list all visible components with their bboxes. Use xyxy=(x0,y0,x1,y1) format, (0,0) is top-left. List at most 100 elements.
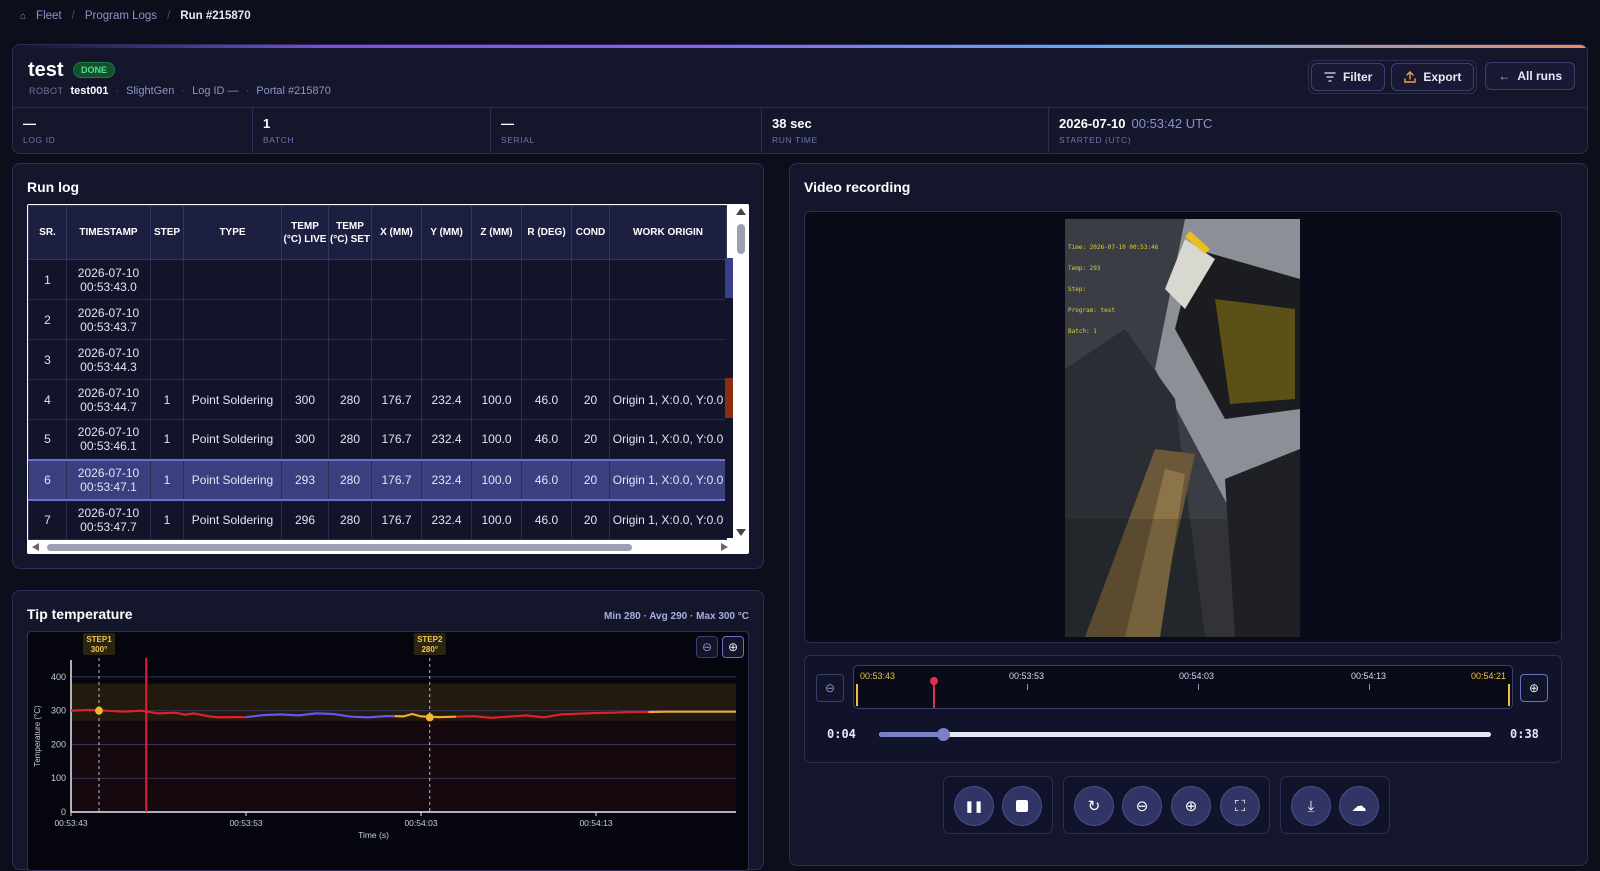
x-tick-label: 00:53:53 xyxy=(229,818,262,828)
run-meta: ROBOT test001 · SlightGen · Log ID — · P… xyxy=(29,85,331,97)
timeline-end-label: 00:54:21 xyxy=(1471,671,1506,681)
robot-model: SlightGen xyxy=(126,85,174,97)
tip-temperature-panel: Tip temperature Min 280 · Avg 290 · Max … xyxy=(12,590,764,870)
zoom-out-icon: ⊖ xyxy=(825,681,835,695)
y-tick-label: 200 xyxy=(51,739,66,749)
stat-label: LOG ID xyxy=(23,135,242,145)
table-cell: 100.0 xyxy=(472,500,522,540)
temperature-chart-svg[interactable]: 010020030040000:53:4300:53:5300:54:0300:… xyxy=(28,632,748,858)
table-cell: 1 xyxy=(151,380,184,420)
table-cell: 46.0 xyxy=(522,380,572,420)
column-header[interactable]: Z (MM) xyxy=(472,206,522,260)
table-cell xyxy=(329,300,372,340)
overlay-line: Step: xyxy=(1068,279,1158,300)
started-time: 00:53:42 UTC xyxy=(1132,116,1213,131)
step-marker-point xyxy=(426,713,434,721)
stop-button[interactable] xyxy=(1002,786,1042,826)
home-icon[interactable]: ⌂ xyxy=(20,11,26,22)
video-zoom-out-button[interactable]: ⊖ xyxy=(1122,786,1162,826)
seek-knob[interactable] xyxy=(937,728,950,741)
table-cell: 1 xyxy=(29,260,67,300)
fullscreen-button[interactable]: ⛶ xyxy=(1220,786,1260,826)
seek-bar[interactable] xyxy=(879,732,1491,737)
table-row[interactable]: 72026-07-10 00:53:47.71Point Soldering29… xyxy=(29,500,727,540)
scroll-left-arrow[interactable] xyxy=(32,543,39,551)
chart-zoom-in-button[interactable]: ⊕ xyxy=(722,636,744,658)
timeline-playhead-knob[interactable] xyxy=(930,677,938,685)
table-vertical-scrollbar[interactable] xyxy=(733,204,749,540)
column-header[interactable]: TEMP (°C) SET xyxy=(329,206,372,260)
reset-button[interactable]: ↻ xyxy=(1074,786,1114,826)
column-header[interactable]: WORK ORIGIN xyxy=(610,206,727,260)
vertical-scroll-thumb[interactable] xyxy=(737,224,745,254)
table-cell xyxy=(372,300,422,340)
column-header[interactable]: TEMP (°C) LIVE xyxy=(282,206,329,260)
column-header[interactable]: TIMESTAMP xyxy=(67,206,151,260)
column-header[interactable]: Y (MM) xyxy=(422,206,472,260)
table-row[interactable]: 42026-07-10 00:53:44.71Point Soldering30… xyxy=(29,380,727,420)
export-button[interactable]: Export xyxy=(1391,63,1474,91)
download-button[interactable]: ⤓ xyxy=(1291,786,1331,826)
timeline-end-marker[interactable] xyxy=(1508,684,1510,706)
cloud-upload-button[interactable]: ☁ xyxy=(1339,786,1379,826)
table-row[interactable]: 52026-07-10 00:53:46.11Point Soldering30… xyxy=(29,420,727,460)
header-accent-bar xyxy=(13,45,1587,48)
x-tick-label: 00:54:03 xyxy=(404,818,437,828)
video-player[interactable]: Time: 2026-07-10 00:53:46Temp: 293Step:P… xyxy=(804,211,1562,643)
run-log-title: Run log xyxy=(27,179,79,195)
table-cell: 300 xyxy=(282,420,329,460)
table-cell: 2 xyxy=(29,300,67,340)
table-row[interactable]: 22026-07-10 00:53:43.7 xyxy=(29,300,727,340)
all-runs-button[interactable]: ← All runs xyxy=(1485,62,1575,90)
table-row[interactable]: 12026-07-10 00:53:43.0 xyxy=(29,260,727,300)
scroll-up-arrow[interactable] xyxy=(736,208,746,215)
filter-button[interactable]: Filter xyxy=(1311,63,1385,91)
timeline-tick-label: 00:54:13 xyxy=(1351,671,1386,681)
breadcrumb-fleet[interactable]: Fleet xyxy=(36,10,62,22)
table-cell xyxy=(572,340,610,380)
table-row[interactable]: 32026-07-10 00:53:44.3 xyxy=(29,340,727,380)
pause-button[interactable]: ❚❚ xyxy=(954,786,994,826)
log-id: Log ID — xyxy=(192,85,238,97)
table-cell: 280 xyxy=(329,380,372,420)
chart-zoom-out-button[interactable]: ⊖ xyxy=(696,636,718,658)
column-header[interactable]: R (DEG) xyxy=(522,206,572,260)
table-cell: 280 xyxy=(329,500,372,540)
horizontal-scroll-thumb[interactable] xyxy=(47,544,632,551)
table-cell xyxy=(282,340,329,380)
table-row[interactable]: 62026-07-10 00:53:47.11Point Soldering29… xyxy=(29,460,727,500)
stat-label: RUN TIME xyxy=(772,135,1038,145)
scroll-down-arrow[interactable] xyxy=(736,529,746,536)
scroll-right-arrow[interactable] xyxy=(721,543,728,551)
stat-started: 2026-07-1000:53:42 UTC STARTED (UTC) xyxy=(1049,108,1222,154)
column-header[interactable]: X (MM) xyxy=(372,206,422,260)
timeline-start-marker[interactable] xyxy=(856,684,858,706)
overlay-line: Batch: 1 xyxy=(1068,321,1158,342)
export-icon xyxy=(1404,71,1416,83)
timeline-zoom-out-button[interactable]: ⊖ xyxy=(816,674,844,702)
filter-button-label: Filter xyxy=(1343,70,1372,84)
table-cell xyxy=(329,340,372,380)
timeline-track[interactable]: 00:53:43 00:53:53 00:54:03 00:54:13 00:5… xyxy=(853,665,1513,709)
meta-separator: · xyxy=(246,85,250,97)
column-header[interactable]: STEP xyxy=(151,206,184,260)
table-cell: 176.7 xyxy=(372,460,422,500)
stat-label: STARTED (UTC) xyxy=(1059,135,1212,145)
table-cell: Origin 1, X:0.0, Y:0.0 xyxy=(610,500,727,540)
row-marker xyxy=(725,458,733,498)
stat-value: 1 xyxy=(263,116,480,131)
video-zoom-in-button[interactable]: ⊕ xyxy=(1171,786,1211,826)
table-cell xyxy=(184,340,282,380)
table-cell: 300 xyxy=(282,380,329,420)
column-header[interactable]: COND xyxy=(572,206,610,260)
table-cell: 1 xyxy=(151,460,184,500)
table-cell xyxy=(610,260,727,300)
stat-log-id: — LOG ID xyxy=(13,108,253,154)
breadcrumb-program-logs[interactable]: Program Logs xyxy=(85,10,157,22)
table-horizontal-scrollbar[interactable] xyxy=(27,540,733,554)
timeline-zoom-in-button[interactable]: ⊕ xyxy=(1520,674,1548,702)
column-header[interactable]: TYPE xyxy=(184,206,282,260)
table-cell: 46.0 xyxy=(522,500,572,540)
run-stats: — LOG ID 1 BATCH — SERIAL 38 sec RUN TIM… xyxy=(13,107,1587,154)
column-header[interactable]: SR. xyxy=(29,206,67,260)
